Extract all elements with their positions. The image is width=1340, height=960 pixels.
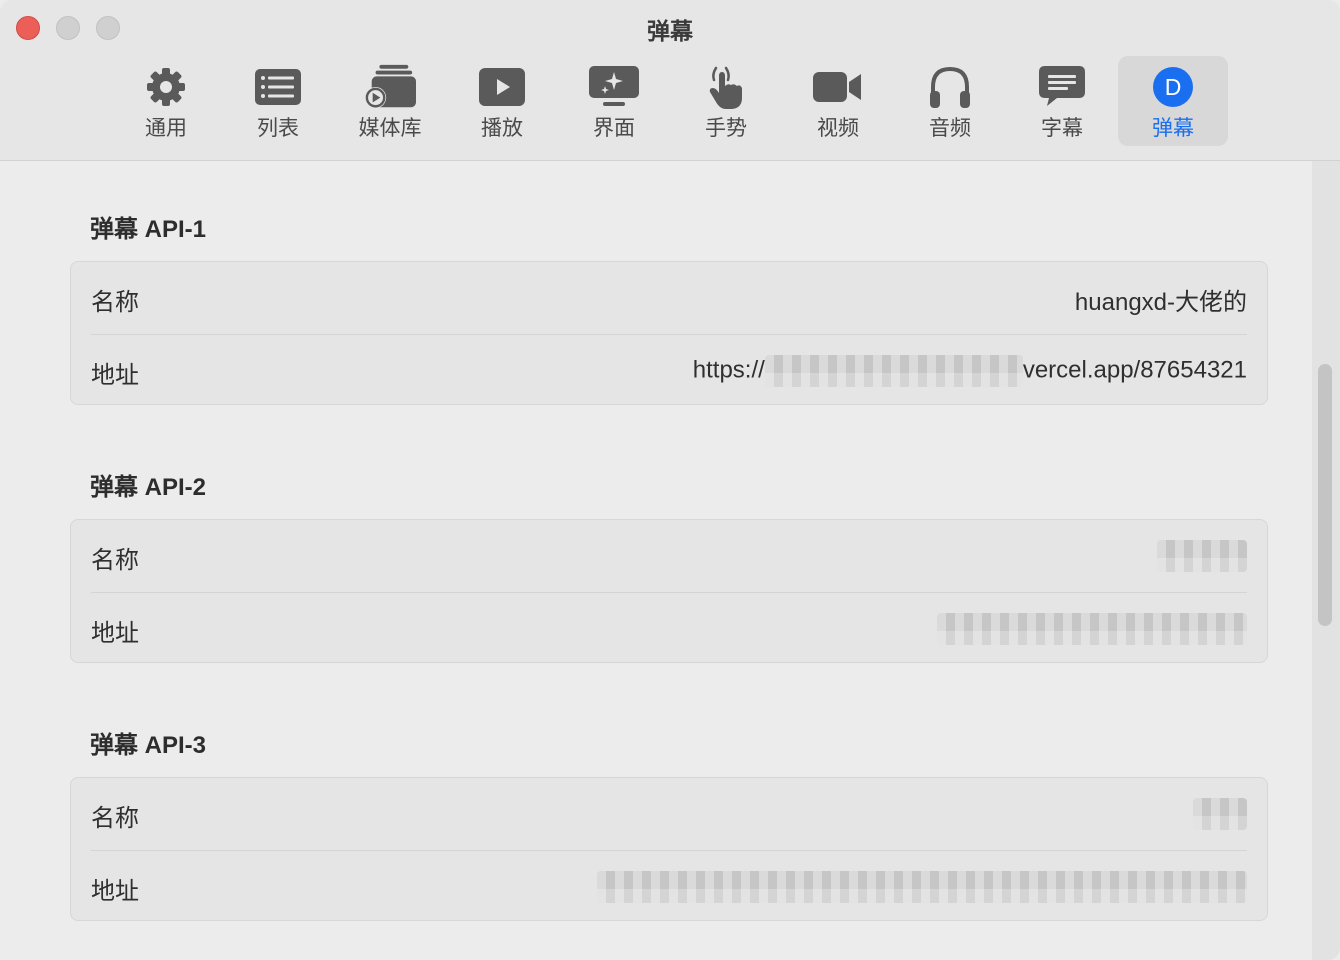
tab-label: 手势	[705, 117, 747, 140]
tab-subtitles[interactable]: 字幕	[1006, 56, 1118, 146]
headphones-icon	[924, 64, 976, 110]
toolbar: 弹幕 通用 列表 媒体库 播放 界面 手势 视频 音频 字幕 D 弹幕	[0, 0, 1340, 161]
tab-label: 字幕	[1041, 117, 1083, 140]
tab-media-library[interactable]: 媒体库	[334, 56, 446, 146]
section-title-api-2: 弹幕 API-2	[90, 474, 207, 501]
redacted-text	[1157, 540, 1247, 572]
tab-label: 视频	[817, 117, 859, 140]
redacted-text	[937, 613, 1247, 645]
list-icon	[252, 64, 304, 110]
tab-audio[interactable]: 音频	[894, 56, 1006, 146]
tab-label: 列表	[257, 117, 299, 140]
tab-list[interactable]: 列表	[222, 56, 334, 146]
api-2-name-value[interactable]	[1157, 540, 1247, 572]
subtitle-bubble-icon	[1036, 64, 1088, 110]
tab-gestures[interactable]: 手势	[670, 56, 782, 146]
api-1-address-value[interactable]: https:// vercel.app/87654321	[693, 355, 1247, 387]
address-label: 地址	[91, 620, 139, 647]
tab-general[interactable]: 通用	[110, 56, 222, 146]
name-label: 名称	[91, 805, 139, 832]
tab-label: 通用	[145, 117, 187, 140]
name-label: 名称	[91, 547, 139, 574]
address-label: 地址	[91, 362, 139, 389]
api-1-name-value[interactable]: huangxd-大佬的	[1075, 282, 1247, 317]
name-label: 名称	[91, 289, 139, 316]
api-2-card: 名称 地址	[70, 519, 1268, 663]
media-library-icon	[364, 64, 416, 110]
preferences-window: 弹幕 通用 列表 媒体库 播放 界面 手势 视频 音频 字幕 D 弹幕 弹幕 A…	[0, 0, 1340, 960]
api-2-name-row[interactable]: 名称	[71, 520, 1267, 592]
api-3-name-row[interactable]: 名称	[71, 778, 1267, 850]
hand-gesture-icon	[700, 64, 752, 110]
danmaku-badge-letter: D	[1165, 74, 1182, 100]
tab-playback[interactable]: 播放	[446, 56, 558, 146]
preference-tabs: 通用 列表 媒体库 播放 界面 手势 视频 音频 字幕 D 弹幕	[110, 56, 1228, 146]
address-prefix: https://	[692, 356, 765, 384]
tab-interface[interactable]: 界面	[558, 56, 670, 146]
api-3-card: 名称 地址	[70, 777, 1268, 921]
section-title-api-1: 弹幕 API-1	[90, 216, 207, 243]
video-camera-icon	[812, 64, 864, 110]
api-1-address-row[interactable]: 地址 https:// vercel.app/87654321	[71, 335, 1267, 407]
api-3-address-row[interactable]: 地址	[71, 851, 1267, 923]
address-label: 地址	[91, 878, 139, 905]
redacted-text	[1193, 798, 1247, 830]
scrollbar-thumb[interactable]	[1318, 364, 1332, 626]
play-icon	[476, 64, 528, 110]
api-1-card: 名称 huangxd-大佬的 地址 https:// vercel.app/876…	[70, 261, 1268, 405]
tab-label: 媒体库	[358, 117, 422, 140]
tab-label: 播放	[481, 117, 523, 140]
api-2-address-row[interactable]: 地址	[71, 593, 1267, 665]
api-3-address-value[interactable]	[597, 871, 1247, 903]
api-2-address-value[interactable]	[937, 613, 1247, 645]
tab-danmaku[interactable]: D 弹幕	[1118, 56, 1228, 146]
api-1-name-row[interactable]: 名称 huangxd-大佬的	[71, 262, 1267, 334]
tab-label: 弹幕	[1152, 117, 1194, 140]
api-3-name-value[interactable]	[1193, 798, 1247, 830]
settings-content: 弹幕 API-1 名称 huangxd-大佬的 地址 https:// verce…	[0, 161, 1312, 960]
redacted-text	[597, 871, 1247, 903]
address-suffix: vercel.app/87654321	[1022, 356, 1247, 384]
tab-label: 界面	[593, 117, 635, 140]
gear-icon	[140, 64, 192, 110]
section-title-api-3: 弹幕 API-3	[90, 732, 207, 759]
tab-label: 音频	[929, 117, 971, 140]
danmaku-d-icon: D	[1147, 64, 1199, 110]
interface-icon	[588, 64, 640, 110]
window-title: 弹幕	[647, 18, 693, 44]
redacted-text	[764, 355, 1023, 387]
tab-video[interactable]: 视频	[782, 56, 894, 146]
